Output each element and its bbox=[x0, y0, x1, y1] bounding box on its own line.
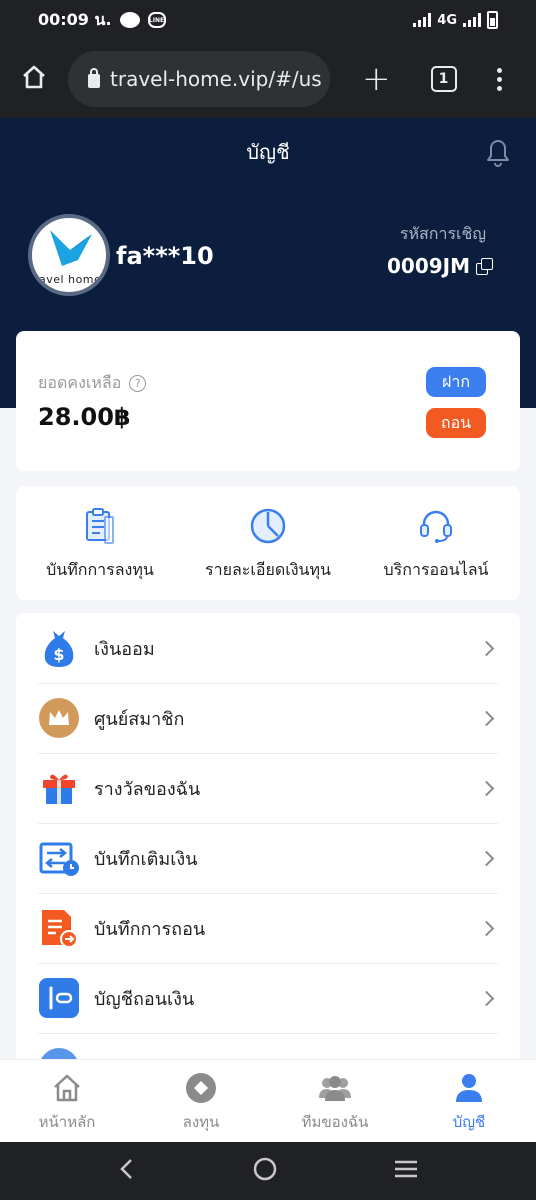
signal-icon-2 bbox=[463, 13, 481, 27]
pie-chart-icon bbox=[250, 508, 286, 544]
help-icon[interactable]: ? bbox=[129, 375, 147, 392]
menu-item-withdrawal-account[interactable]: บัญชีถอนเงิน bbox=[16, 963, 520, 1033]
balance-label: ยอดคงเหลือ bbox=[38, 373, 122, 392]
status-bar: 00:09 น. LINE 4G bbox=[0, 0, 536, 40]
invite-code-label: รหัสการเชิญ bbox=[399, 224, 486, 243]
new-tab-plus-icon[interactable]: + bbox=[362, 62, 391, 96]
quick-action-investment-record[interactable]: บันทึกการลงทุน bbox=[16, 486, 184, 600]
page-title: บัญชี bbox=[246, 140, 290, 164]
bird-logo-icon bbox=[50, 230, 92, 266]
network-type: 4G bbox=[437, 12, 457, 28]
menu-item-savings[interactable]: $ เงินออม bbox=[16, 613, 520, 683]
line-app-icon: LINE bbox=[147, 12, 166, 28]
balance-amount: 28.00฿ bbox=[38, 403, 131, 431]
browser-toolbar: travel-home.vip/#/us + 1 bbox=[0, 40, 536, 118]
menu-list: $ เงินออม ศูนย์สมาชิก รางวัลของฉัน บันทึ… bbox=[16, 613, 520, 1083]
deposit-button[interactable]: ฝาก bbox=[426, 367, 486, 397]
status-time: 00:09 น. bbox=[38, 9, 112, 29]
menu-item-my-rewards[interactable]: รางวัลของฉัน bbox=[16, 753, 520, 823]
chevron-right-icon bbox=[478, 990, 495, 1006]
clipboard-icon bbox=[86, 508, 114, 544]
nav-label: ลงทุน bbox=[182, 1113, 220, 1131]
browser-home-icon[interactable] bbox=[20, 63, 48, 95]
nav-account[interactable]: บัญชี bbox=[402, 1060, 536, 1142]
menu-item-label: เงินออม bbox=[94, 638, 155, 660]
menu-item-label: ศูนย์สมาชิก bbox=[94, 708, 185, 730]
chevron-right-icon bbox=[478, 920, 495, 936]
crown-icon bbox=[39, 698, 79, 738]
nav-label: หน้าหลัก bbox=[38, 1113, 96, 1131]
battery-icon bbox=[487, 11, 498, 29]
menu-item-label: รางวัลของฉัน bbox=[94, 778, 201, 800]
account-icon bbox=[456, 1074, 482, 1102]
chevron-right-icon bbox=[478, 710, 495, 726]
chevron-right-icon bbox=[478, 780, 495, 796]
quick-action-label: บันทึกการลงทุน bbox=[46, 560, 154, 579]
recents-icon[interactable] bbox=[393, 1158, 419, 1184]
username: fa***10 bbox=[116, 242, 214, 270]
message-icon bbox=[119, 12, 140, 28]
nav-label: ทีมของฉัน bbox=[301, 1113, 369, 1131]
menu-item-recharge-record[interactable]: บันทึกเติมเงิน bbox=[16, 823, 520, 893]
balance-label-row: ยอดคงเหลือ ? bbox=[38, 371, 147, 396]
quick-action-label: รายละเอียดเงินทุน bbox=[205, 560, 331, 579]
menu-item-label: บันทึกเติมเงิน bbox=[94, 848, 198, 870]
nav-label: บัญชี bbox=[452, 1113, 486, 1131]
tab-switcher-button[interactable]: 1 bbox=[430, 66, 457, 92]
invite-code-value: 0009JM bbox=[386, 254, 470, 278]
money-bag-icon: $ bbox=[44, 631, 74, 667]
back-icon[interactable] bbox=[117, 1157, 137, 1185]
quick-action-label: บริการออนไลน์ bbox=[383, 560, 489, 579]
balance-card: ยอดคงเหลือ ? 28.00฿ ฝาก ถอน bbox=[16, 331, 520, 471]
nav-team[interactable]: ทีมของฉัน bbox=[268, 1060, 402, 1142]
invest-icon bbox=[186, 1073, 216, 1103]
team-icon bbox=[319, 1076, 351, 1101]
home-circle-icon[interactable] bbox=[252, 1156, 278, 1186]
signal-icon bbox=[413, 13, 432, 27]
withdraw-button[interactable]: ถอน bbox=[426, 408, 486, 438]
quick-actions: บันทึกการลงทุน รายละเอียดเงินทุน บริการอ… bbox=[16, 486, 520, 600]
chevron-right-icon bbox=[478, 640, 495, 656]
quick-action-online-service[interactable]: บริการออนไลน์ bbox=[352, 486, 520, 600]
menu-item-member-center[interactable]: ศูนย์สมาชิก bbox=[16, 683, 520, 753]
svg-text:$: $ bbox=[53, 645, 64, 664]
gift-icon bbox=[43, 774, 75, 804]
nav-invest[interactable]: ลงทุน bbox=[134, 1060, 268, 1142]
menu-item-label: บันทึกการถอน bbox=[94, 918, 206, 940]
system-navigation bbox=[0, 1142, 536, 1200]
avatar-logo-text: ravel home bbox=[34, 273, 102, 286]
nav-home[interactable]: หน้าหลัก bbox=[0, 1060, 134, 1142]
headset-icon bbox=[420, 510, 452, 543]
chevron-right-icon bbox=[478, 850, 495, 866]
address-bar[interactable]: travel-home.vip/#/us bbox=[68, 51, 330, 107]
menu-item-label: บัญชีถอนเงิน bbox=[94, 988, 195, 1010]
wallet-icon bbox=[39, 978, 79, 1018]
home-icon bbox=[54, 1074, 80, 1102]
recharge-record-icon bbox=[39, 842, 79, 876]
quick-action-fund-details[interactable]: รายละเอียดเงินทุน bbox=[184, 486, 352, 600]
browser-menu-icon[interactable] bbox=[496, 67, 502, 91]
url-text: travel-home.vip/#/us bbox=[110, 67, 322, 91]
invite-code[interactable]: 0009JM bbox=[386, 254, 493, 278]
bell-icon[interactable] bbox=[482, 134, 514, 172]
withdraw-record-icon bbox=[42, 910, 78, 948]
bottom-navigation: หน้าหลัก ลงทุน ทีมของฉัน บัญชี bbox=[0, 1059, 536, 1142]
lock-icon bbox=[88, 68, 100, 88]
menu-item-withdrawal-record[interactable]: บันทึกการถอน bbox=[16, 893, 520, 963]
avatar[interactable]: ravel home bbox=[28, 214, 110, 296]
copy-icon[interactable] bbox=[476, 258, 493, 275]
